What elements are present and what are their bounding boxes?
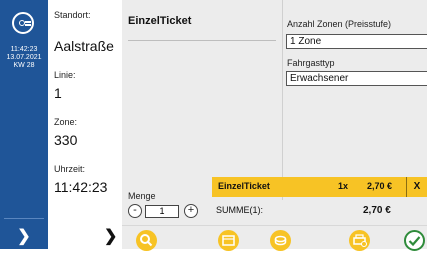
- sidebar-divider: [4, 218, 44, 219]
- zone-value: 330: [54, 132, 78, 148]
- uhrzeit-value: 11:42:23: [54, 179, 108, 195]
- menge-label: Menge: [128, 191, 156, 201]
- print-button[interactable]: [349, 230, 370, 251]
- ticket-title: EinzelTicket: [128, 15, 192, 27]
- standort-value: Aalstraße: [54, 38, 114, 54]
- info-panel: Standort: Aalstraße Linie: 1 Zone: 330 U…: [48, 0, 122, 249]
- zone-label: Zone:: [54, 117, 78, 127]
- status-date: 13.07.2021: [6, 54, 42, 61]
- left-sidebar: [0, 0, 48, 249]
- fahrgasttyp-label: Fahrgasttyp: [287, 58, 335, 68]
- status-time: 11:42:23: [10, 46, 38, 53]
- ticket-button[interactable]: [218, 230, 239, 251]
- title-underline: [128, 40, 276, 41]
- quantity-input[interactable]: 1: [145, 205, 179, 218]
- ticket-icon: [222, 235, 235, 246]
- chevron-right-icon[interactable]: ❯: [0, 226, 48, 246]
- standort-label: Standort:: [54, 10, 91, 20]
- coin-button[interactable]: [270, 230, 291, 251]
- uhrzeit-label: Uhrzeit:: [54, 164, 86, 174]
- basket-item-row: EinzelTicket 1x 2,70 €: [212, 177, 407, 197]
- action-bar-divider: [122, 225, 427, 226]
- check-icon: [408, 236, 421, 247]
- operator-logo-icon: [12, 12, 34, 34]
- search-icon: [140, 234, 153, 247]
- confirm-button[interactable]: [404, 230, 425, 251]
- sum-label: SUMME(1):: [216, 205, 263, 215]
- linie-value: 1: [54, 85, 62, 101]
- remove-item-button[interactable]: X: [406, 177, 427, 197]
- increment-button[interactable]: +: [184, 204, 198, 218]
- chevron-right-icon[interactable]: ❯: [104, 226, 117, 246]
- coin-icon: [274, 235, 287, 246]
- column-divider: [282, 0, 283, 200]
- basket-item-name: EinzelTicket: [218, 181, 270, 191]
- print-icon: [353, 234, 367, 247]
- fahrgasttyp-select[interactable]: Erwachsener: [286, 71, 427, 86]
- decrement-button[interactable]: -: [128, 204, 142, 218]
- zones-select[interactable]: 1 Zone: [286, 34, 427, 49]
- linie-label: Linie:: [54, 70, 76, 80]
- status-week: KW 28: [13, 62, 35, 69]
- basket-item-price: 2,70 €: [367, 181, 393, 191]
- sum-value: 2,70 €: [363, 205, 391, 216]
- basket-item-qty: 1x: [338, 181, 349, 191]
- zones-label: Anzahl Zonen (Preisstufe): [287, 19, 392, 29]
- search-button[interactable]: [136, 230, 157, 251]
